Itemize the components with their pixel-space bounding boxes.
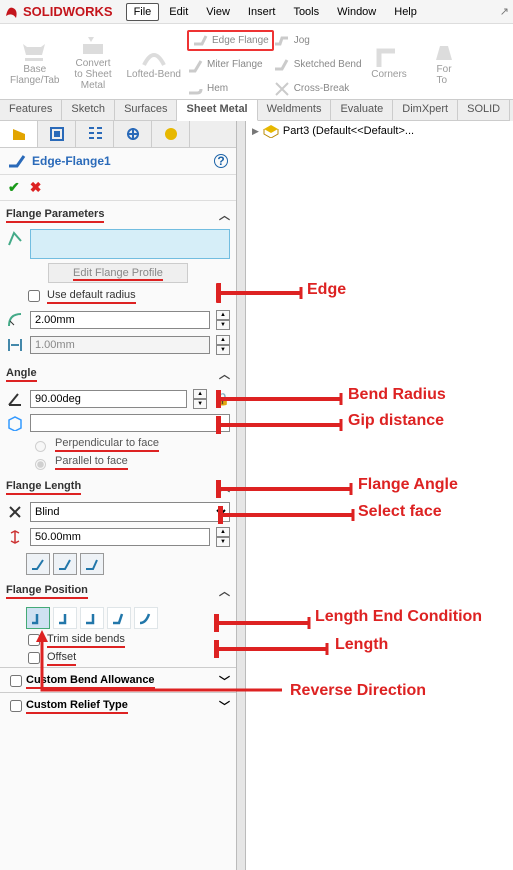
menu-file[interactable]: File [126, 3, 160, 21]
pm-tab-properties[interactable] [38, 121, 76, 147]
reverse-direction-icon[interactable] [6, 503, 24, 521]
tab-dimxpert[interactable]: DimXpert [393, 100, 458, 121]
edge-flange-icon [8, 153, 26, 169]
help-icon[interactable]: ? [214, 154, 228, 168]
custom-bend-allowance[interactable]: Custom Bend Allowance﹀ [0, 667, 236, 692]
radio-perpendicular[interactable]: Perpendicular to face [6, 437, 230, 452]
gap-distance-input [30, 336, 210, 354]
group-flange-length: Flange Length [6, 480, 81, 495]
group-flange-params: Flange Parameters [6, 208, 104, 223]
ribbon-cross-break[interactable]: Cross-Break [274, 79, 362, 99]
group-angle: Angle [6, 367, 37, 382]
tab-features[interactable]: Features [0, 100, 62, 121]
offset-checkbox[interactable]: Offset [6, 649, 230, 667]
flange-angle-input[interactable] [30, 390, 187, 408]
ds-logo-icon [4, 4, 20, 20]
breadcrumb[interactable]: ▶ Part3 (Default<<Default>... [246, 121, 513, 141]
pm-tab-appearance[interactable] [152, 121, 190, 147]
menu-window[interactable]: Window [329, 3, 384, 21]
edge-select-icon [6, 229, 24, 259]
collapse-flange-position[interactable]: ︿ [219, 583, 230, 599]
radio-parallel[interactable]: Parallel to face [6, 455, 230, 470]
part-icon [263, 124, 279, 138]
ribbon-lofted-bend[interactable]: Lofted-Bend [120, 26, 187, 99]
tab-evaluate[interactable]: Evaluate [331, 100, 393, 121]
flange-angle-spinner[interactable]: ▲▼ [193, 389, 207, 409]
menu-view[interactable]: View [198, 3, 238, 21]
ribbon-sheet-metal: Base Flange/Tab Convert to Sheet Metal L… [0, 24, 513, 100]
flange-length-spinner[interactable]: ▲▼ [216, 527, 230, 547]
tab-weldments[interactable]: Weldments [258, 100, 332, 121]
gap-distance-icon [6, 336, 24, 354]
position-virtual-sharp[interactable] [107, 607, 131, 629]
pm-tabs [0, 121, 236, 148]
cancel-button[interactable]: ✖ [30, 179, 42, 196]
command-tabs: Features Sketch Surfaces Sheet Metal Wel… [0, 100, 513, 121]
app-logo: SOLIDWORKS [4, 4, 113, 20]
length-type-2[interactable] [53, 553, 77, 575]
position-bend-outside[interactable] [80, 607, 104, 629]
angle-icon [6, 390, 24, 408]
length-type-1[interactable] [26, 553, 50, 575]
tab-sketch[interactable]: Sketch [62, 100, 115, 121]
bend-radius-input[interactable] [30, 311, 210, 329]
pm-tab-display[interactable] [114, 121, 152, 147]
face-icon [6, 414, 24, 432]
pm-tab-feature[interactable] [0, 121, 38, 147]
ribbon-miter-flange[interactable]: Miter Flange [187, 55, 274, 75]
panel-scrollbar[interactable] [237, 121, 246, 870]
feature-name: Edge-Flange1 [32, 154, 111, 168]
use-default-radius-checkbox[interactable]: Use default radius [6, 287, 230, 305]
menu-insert[interactable]: Insert [240, 3, 284, 21]
gap-distance-spinner: ▲▼ [216, 335, 230, 355]
collapse-angle[interactable]: ︿ [219, 366, 230, 382]
collapse-flange-params[interactable]: ︿ [219, 207, 230, 223]
app-name: SOLIDWORKS [23, 4, 113, 19]
bend-radius-spinner[interactable]: ▲▼ [216, 310, 230, 330]
edge-selection-field[interactable] [30, 229, 230, 259]
ribbon-hem[interactable]: Hem [187, 79, 274, 99]
select-face-field[interactable] [30, 414, 230, 432]
bend-radius-icon [6, 311, 24, 329]
tab-solidworks-addins[interactable]: SOLID [458, 100, 510, 121]
collapse-flange-length[interactable]: ︿ [219, 479, 230, 495]
length-icon [6, 528, 24, 546]
group-flange-position: Flange Position [6, 584, 88, 599]
ribbon-edge-flange[interactable]: Edge Flange [187, 30, 274, 51]
graphics-area[interactable]: ▶ Part3 (Default<<Default>... [246, 121, 513, 870]
tab-sheet-metal[interactable]: Sheet Metal [177, 100, 257, 121]
menu-edit[interactable]: Edit [161, 3, 196, 21]
position-tangent-bend[interactable] [134, 607, 158, 629]
position-material-inside[interactable] [26, 607, 50, 629]
length-end-condition[interactable]: Blind [30, 502, 230, 522]
menu-pin-icon[interactable]: ↗ [500, 5, 509, 18]
length-type-3[interactable] [80, 553, 104, 575]
tab-surfaces[interactable]: Surfaces [115, 100, 177, 121]
ribbon-convert[interactable]: Convert to Sheet Metal [65, 26, 120, 99]
lock-icon[interactable]: 🔒 [215, 392, 230, 406]
ribbon-base-flange[interactable]: Base Flange/Tab [4, 26, 65, 99]
ribbon-sketched-bend[interactable]: Sketched Bend [274, 54, 362, 74]
menu-tools[interactable]: Tools [285, 3, 327, 21]
ribbon-forming-tool[interactable]: For To [417, 26, 472, 99]
ribbon-corners[interactable]: Corners [362, 26, 417, 99]
pm-tab-config[interactable] [76, 121, 114, 147]
position-material-outside[interactable] [53, 607, 77, 629]
trim-side-bends-checkbox[interactable]: Trim side bends [6, 631, 230, 649]
menu-bar: SOLIDWORKS File Edit View Insert Tools W… [0, 0, 513, 24]
flange-length-input[interactable] [30, 528, 210, 546]
property-manager: Edge-Flange1 ? ✔ ✖ Flange Parameters ︿ E… [0, 121, 237, 870]
custom-relief-type[interactable]: Custom Relief Type﹀ [0, 692, 236, 717]
ok-button[interactable]: ✔ [8, 179, 20, 196]
menu-help[interactable]: Help [386, 3, 425, 21]
ribbon-jog[interactable]: Jog [274, 30, 362, 50]
edit-flange-profile-button[interactable]: Edit Flange Profile [48, 263, 188, 283]
